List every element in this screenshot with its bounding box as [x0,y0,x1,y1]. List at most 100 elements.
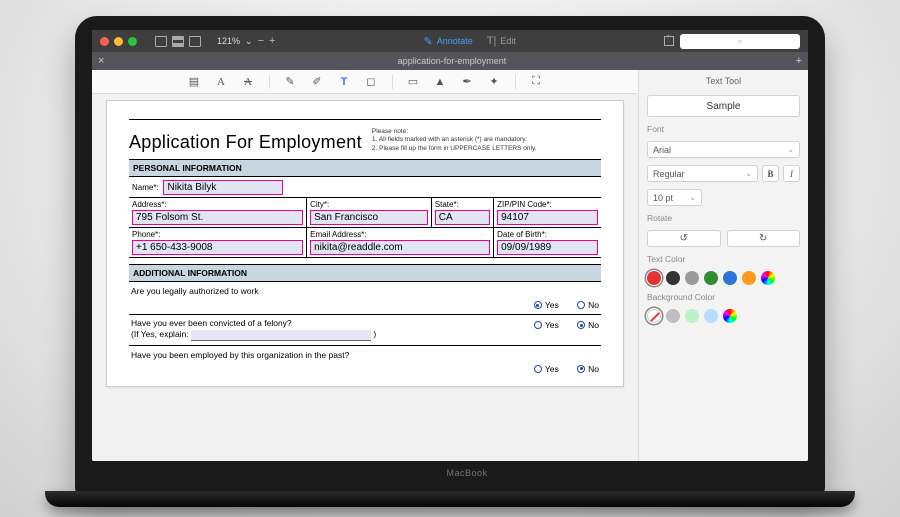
fullscreen-window-icon[interactable] [128,37,137,46]
radio-icon [534,321,542,329]
q3-no[interactable]: No [577,364,599,374]
q-felony: Have you ever been convicted of a felony… [129,318,518,328]
name-field[interactable]: Nikita Bilyk [163,180,283,195]
q3-radios: Yes No [129,362,601,378]
rotate-right-button[interactable]: ↻ [727,230,801,247]
email-label: Email Address*: [310,230,490,239]
document-title: Application For Employment [129,132,362,153]
edit-label: Edit [500,36,516,46]
zip-field[interactable]: 94107 [497,210,598,225]
radio-icon [534,365,542,373]
eraser-tool-icon[interactable]: ✐ [311,75,324,88]
zoom-out-button[interactable]: − [258,35,264,47]
color-swatch-orange[interactable] [742,271,756,285]
fullscreen-tool-icon[interactable]: ⛶ [530,75,543,88]
color-swatch-custom[interactable] [723,309,737,323]
text-tool-icon[interactable]: T [338,75,351,88]
document-notes: Please note: 1. All fields marked with a… [372,128,537,153]
view-single-icon[interactable] [155,36,167,47]
tab-title[interactable]: application-for-employment [108,56,795,66]
color-swatch-lightgreen[interactable] [685,309,699,323]
titlebar: 121% ⌄ − + ✎ Annotate T| Edit ⌕ [92,30,808,52]
font-a2-tool-icon[interactable]: A [242,75,255,88]
phone-label: Phone*: [132,230,303,239]
titlebar-right: ⌕ [664,34,800,49]
color-swatch-black[interactable] [666,271,680,285]
q-felony-explain: (If Yes, explain: ) [129,328,518,340]
note-tool-icon[interactable]: ▭ [407,75,420,88]
radio-checked-icon [577,365,585,373]
email-field[interactable]: nikita@readdle.com [310,240,490,255]
text-color-swatches [647,271,800,285]
annotate-label: Annotate [437,36,473,46]
minimize-window-icon[interactable] [114,37,123,46]
zip-label: ZIP/PIN Code*: [497,200,598,209]
color-swatch-blue[interactable] [723,271,737,285]
pencil-tool-icon[interactable]: ✎ [284,75,297,88]
color-swatch-grey[interactable] [666,309,680,323]
color-swatch-custom[interactable] [761,271,775,285]
tab-add-button[interactable]: + [796,55,802,67]
q2-no[interactable]: No [577,320,599,330]
zoom-in-button[interactable]: + [269,35,275,47]
q3-yes[interactable]: Yes [534,364,559,374]
q1-no[interactable]: No [577,300,599,310]
view-continuous-icon[interactable] [189,36,201,47]
text-color-label: Text Color [647,254,800,264]
app-window: 121% ⌄ − + ✎ Annotate T| Edit ⌕ [92,30,808,461]
shape-tool-icon[interactable]: ◻ [365,75,378,88]
color-swatch-grey[interactable] [685,271,699,285]
annotate-icon: ✎ [424,35,433,48]
chevron-down-icon: ⌄ [745,169,752,178]
color-swatch-none[interactable] [647,309,661,323]
q1-yes[interactable]: Yes [534,300,559,310]
mode-switcher: ✎ Annotate T| Edit [283,35,656,48]
highlight-tool-icon[interactable]: ▤ [188,75,201,88]
dob-label: Date of Birth*: [497,230,598,239]
color-swatch-green[interactable] [704,271,718,285]
close-window-icon[interactable] [100,37,109,46]
pdf-page: Application For Employment Please note: … [106,100,624,387]
laptop-frame: 121% ⌄ − + ✎ Annotate T| Edit ⌕ [75,16,825,494]
font-label: Font [647,124,800,134]
annotate-mode-tab[interactable]: ✎ Annotate [424,35,473,48]
stamp-tool-icon[interactable]: ▲ [434,75,447,88]
rotate-left-button[interactable]: ↺ [647,230,721,247]
share-icon[interactable] [664,36,674,46]
zoom-value[interactable]: 121% [217,36,240,46]
color-swatch-red[interactable] [647,271,661,285]
font-size-select[interactable]: 10 pt ⌄ [647,189,702,206]
laptop-base [45,491,855,507]
edit-mode-tab[interactable]: T| Edit [487,35,516,48]
q2-yes[interactable]: Yes [534,320,559,330]
dob-field[interactable]: 09/09/1989 [497,240,598,255]
font-family-select[interactable]: Arial ⌄ [647,141,800,158]
rotate-left-icon: ↺ [680,233,688,244]
italic-button[interactable]: I [783,165,800,182]
view-grid-icon[interactable] [172,36,184,47]
sample-preview: Sample [647,95,800,117]
address-field[interactable]: 795 Folsom St. [132,210,303,225]
signature-tool-icon[interactable]: ✒ [461,75,474,88]
tab-close-button[interactable]: × [98,55,104,67]
note-line: 2. Please fill up the form in UPPERCASE … [372,145,537,153]
section-additional: ADDITIONAL INFORMATION [129,264,601,282]
main-row: ▤ A A ✎ ✐ T ◻ ▭ ▲ ✒ ✦ ⛶ [92,70,808,461]
traffic-lights [100,37,137,46]
felony-explain-field[interactable] [191,330,371,341]
font-weight-select[interactable]: Regular ⌄ [647,165,758,182]
state-field[interactable]: CA [435,210,490,225]
rotate-label: Rotate [647,213,800,223]
radio-checked-icon [534,301,542,309]
city-field[interactable]: San Francisco [310,210,428,225]
q-auth-work: Are you legally authorized to work [129,282,601,298]
font-a-tool-icon[interactable]: A [215,75,228,88]
page-canvas[interactable]: Application For Employment Please note: … [92,94,638,461]
bold-button[interactable]: B [762,165,779,182]
zoom-dropdown-icon[interactable]: ⌄ [245,36,253,47]
color-swatch-lightblue[interactable] [704,309,718,323]
phone-field[interactable]: +1 650-433-9008 [132,240,303,255]
search-icon: ⌕ [737,36,742,47]
search-input[interactable]: ⌕ [680,34,800,49]
eyedrop-tool-icon[interactable]: ✦ [488,75,501,88]
